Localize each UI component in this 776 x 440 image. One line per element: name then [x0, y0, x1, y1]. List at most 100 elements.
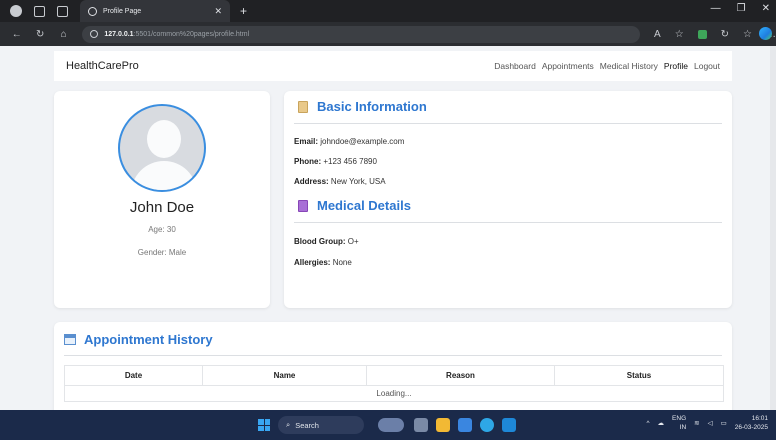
medical-details-title: Medical Details	[317, 198, 411, 213]
profile-name: John Doe	[129, 199, 195, 216]
page-scrollbar[interactable]	[770, 46, 776, 410]
info-card: Basic Information Email: johndoe@example…	[284, 91, 732, 308]
site-info-icon[interactable]	[90, 30, 99, 38]
nav-logout[interactable]: Logout	[694, 61, 720, 71]
nav-profile[interactable]: Profile	[664, 61, 688, 71]
close-tab-icon[interactable]: ✕	[214, 6, 222, 17]
profile-age: Age: 30	[148, 225, 176, 234]
restore-icon[interactable]: ❐	[737, 3, 746, 14]
col-name: Name	[202, 365, 367, 386]
search-icon: ⌕	[286, 420, 291, 429]
url-bar[interactable]: 127.0.0.1 :5501/common%20pages/profile.h…	[82, 25, 641, 43]
browser-tab[interactable]: Profile Page ✕	[80, 0, 230, 22]
new-tab-icon[interactable]: +	[240, 4, 247, 18]
file-explorer-icon[interactable]	[436, 418, 450, 432]
table-header-row: Date Name Reason Status	[64, 365, 724, 386]
tab-actions-icon[interactable]	[57, 5, 68, 17]
calendar-icon	[298, 199, 308, 212]
basic-info-heading: Basic Information	[294, 99, 722, 114]
table-calendar-icon	[64, 334, 76, 345]
chevron-up-icon[interactable]: ^	[646, 420, 649, 427]
copilot-icon[interactable]	[759, 27, 772, 40]
allergies-value: None	[330, 258, 352, 267]
windows-taskbar: ⌕ Search ^ ☁ ENG IN ≋ ◁ ▭ 16:01 26-03-20…	[0, 410, 776, 440]
medical-details-heading: Medical Details	[294, 198, 722, 213]
lang-top: ENG	[672, 415, 687, 422]
home-icon[interactable]: ⌂	[57, 29, 70, 40]
avatar	[118, 104, 206, 192]
edge-browser-icon[interactable]	[480, 418, 494, 432]
collections-icon[interactable]: ☆	[743, 29, 752, 40]
url-path: :5501/common%20pages/profile.html	[133, 30, 250, 38]
blood-group-label: Blood Group:	[294, 237, 346, 246]
back-icon[interactable]: ←	[10, 29, 23, 40]
page-content: HealthCarePro Dashboard Appointments Med…	[0, 46, 776, 410]
read-aloud-icon[interactable]: A	[654, 29, 661, 40]
appointment-history-card: Appointment History Date Name Reason Sta…	[54, 322, 732, 410]
taskbar-search[interactable]: ⌕ Search	[278, 416, 364, 434]
battery-icon[interactable]: ▭	[721, 419, 727, 427]
col-date: Date	[64, 365, 203, 386]
url-host: 127.0.0.1	[104, 30, 134, 38]
vscode-icon[interactable]	[502, 418, 516, 432]
store-icon[interactable]	[458, 418, 472, 432]
clock-date: 26-03-2025	[734, 424, 768, 431]
table-row: Loading...	[64, 385, 724, 402]
minimize-icon[interactable]: —	[711, 3, 721, 14]
brand-logo[interactable]: HealthCarePro	[66, 60, 139, 72]
col-reason: Reason	[366, 365, 555, 386]
address-label: Address:	[294, 177, 329, 186]
appointment-table: Date Name Reason Status Loading...	[64, 365, 724, 402]
widgets-icon[interactable]	[378, 418, 404, 432]
nav-dashboard[interactable]: Dashboard	[494, 61, 536, 71]
address-value: New York, USA	[328, 177, 386, 186]
nav-medical-history[interactable]: Medical History	[600, 61, 658, 71]
workspaces-icon[interactable]	[34, 5, 45, 17]
site-navbar: HealthCarePro Dashboard Appointments Med…	[54, 51, 732, 81]
divider	[64, 355, 722, 356]
clipboard-icon	[298, 100, 308, 113]
avatar-head-icon	[147, 120, 181, 158]
clock-time: 16:01	[751, 415, 768, 422]
favorite-star-icon[interactable]: ☆	[675, 29, 684, 40]
volume-icon[interactable]: ◁	[708, 419, 713, 427]
blood-group-value: O+	[345, 237, 359, 246]
appointment-history-title: Appointment History	[84, 332, 213, 347]
avatar-body-icon	[131, 161, 197, 190]
divider	[294, 222, 722, 223]
window-controls: — ❐ ✕	[711, 3, 770, 14]
phone-label: Phone:	[294, 157, 322, 166]
windows-start-icon[interactable]	[258, 419, 270, 431]
nav-links: Dashboard Appointments Medical History P…	[494, 61, 720, 71]
wifi-icon[interactable]: ≋	[694, 419, 699, 427]
refresh-icon[interactable]: ↻	[33, 29, 46, 40]
profile-card: John Doe Age: 30 Gender: Male	[54, 91, 270, 308]
email-value: johndoe@example.com	[318, 137, 405, 146]
address-toolbar: ← ↻ ⌂ 127.0.0.1 :5501/common%20pages/pro…	[0, 22, 776, 46]
divider	[294, 123, 722, 124]
onedrive-icon[interactable]: ☁	[658, 419, 665, 427]
allergies-label: Allergies:	[294, 258, 331, 267]
profile-gender: Gender: Male	[137, 248, 187, 257]
nav-appointments[interactable]: Appointments	[542, 61, 594, 71]
clock[interactable]: 16:01 26-03-2025	[735, 414, 768, 432]
browser-refresh-icon[interactable]: ↻	[721, 29, 729, 40]
extension-icon[interactable]	[697, 29, 707, 39]
browser-tab-bar: Profile Page ✕ + — ❐ ✕	[0, 0, 776, 22]
language-indicator[interactable]: ENG IN	[672, 414, 686, 432]
blood-group-row: Blood Group: O+	[294, 237, 722, 246]
appointment-history-heading: Appointment History	[64, 332, 722, 347]
loading-text: Loading...	[64, 385, 724, 402]
task-view-icon[interactable]	[414, 418, 428, 432]
lang-bottom: IN	[679, 424, 687, 431]
close-window-icon[interactable]: ✕	[762, 3, 770, 14]
allergies-row: Allergies: None	[294, 258, 722, 267]
extension-icons: A ☆ ↻ ☆ …	[654, 29, 776, 40]
address-row: Address: New York, USA	[294, 177, 722, 186]
globe-icon	[88, 6, 97, 16]
taskbar-search-label: Search	[295, 420, 319, 430]
phone-value: +123 456 7890	[321, 157, 377, 166]
profile-avatar-icon[interactable]	[10, 5, 22, 17]
basic-info-title: Basic Information	[317, 99, 427, 114]
col-status: Status	[554, 365, 724, 386]
